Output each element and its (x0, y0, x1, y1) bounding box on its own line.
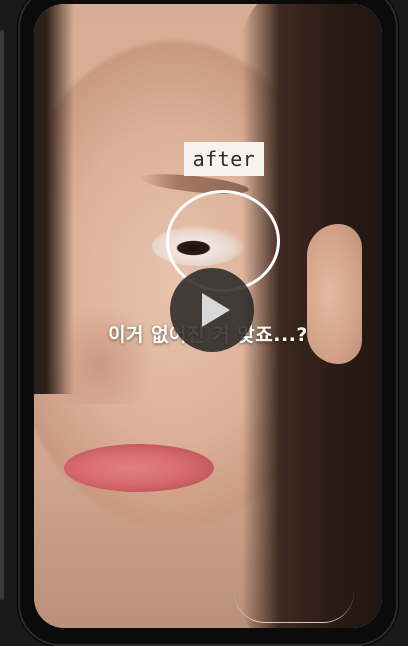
after-label: after (184, 142, 264, 176)
play-icon (202, 293, 230, 327)
video-content-nose (64, 304, 154, 404)
play-button[interactable] (170, 268, 254, 352)
video-content-lips (64, 444, 214, 492)
background-edge (0, 30, 4, 600)
video-content-necklace (234, 592, 354, 623)
